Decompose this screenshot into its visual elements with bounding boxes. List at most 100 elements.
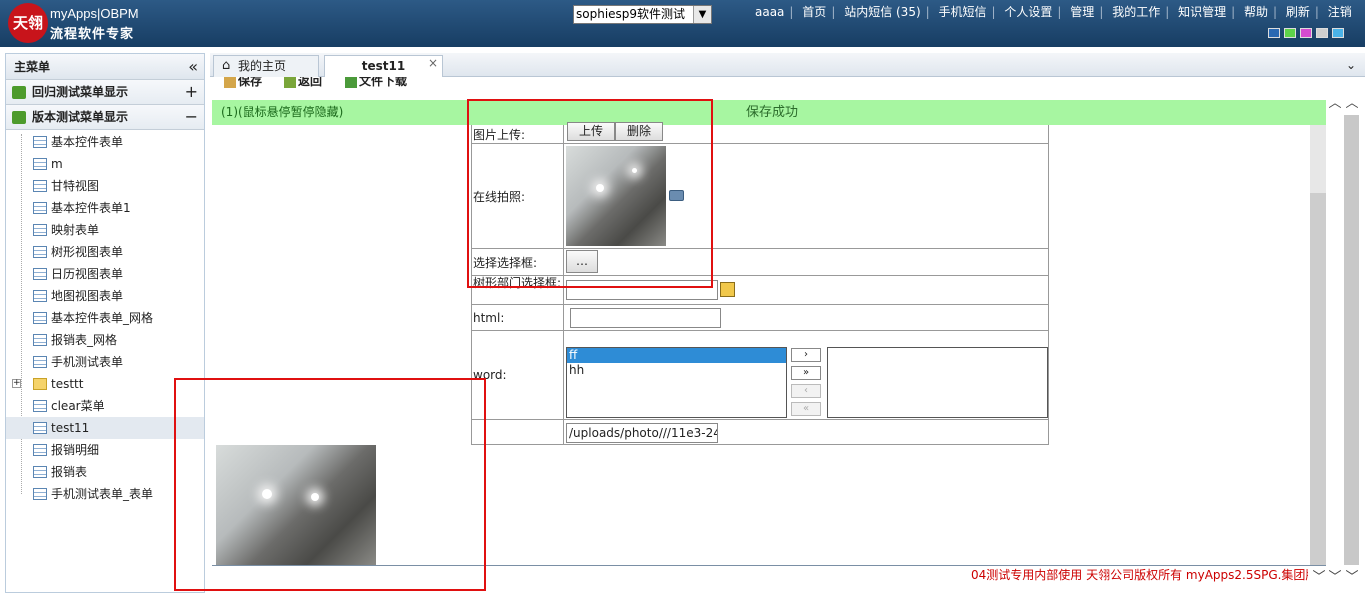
- nav-knowledge[interactable]: 知识管理: [1178, 5, 1226, 19]
- theme-swatch-pink[interactable]: [1300, 28, 1312, 38]
- row-path: /uploads/photo///11e3-24: [472, 420, 1049, 445]
- nav-logout[interactable]: 注销: [1328, 5, 1352, 19]
- form-icon: [33, 466, 47, 478]
- sidebar-item-label: m: [51, 157, 63, 171]
- list-option[interactable]: ff: [567, 348, 786, 363]
- nav-help[interactable]: 帮助: [1244, 5, 1268, 19]
- sidebar-item-label: clear菜单: [51, 399, 105, 413]
- inner-scrollbar-thumb[interactable]: [1310, 193, 1326, 565]
- nav-my-work[interactable]: 我的工作: [1112, 5, 1160, 19]
- sidebar-item[interactable]: 基本控件表单: [6, 131, 204, 153]
- sidebar-item-label: 树形视图表单: [51, 245, 124, 259]
- theme-swatch-gray[interactable]: [1316, 28, 1328, 38]
- list-option[interactable]: hh: [567, 363, 786, 378]
- annotation-box-bottom: [174, 378, 486, 591]
- message-hint: (1)(鼠标悬停暂停隐藏): [221, 105, 344, 119]
- html-label: html:: [472, 305, 564, 330]
- form-icon: [33, 136, 47, 148]
- top-nav: aaaa | 首页 | 站内短信 (35) | 手机短信 | 个人设置 | 管理 | 我的工…: [755, 5, 1352, 19]
- sidebar-header: 主菜单 «: [6, 54, 204, 80]
- back-button[interactable]: 返回: [284, 77, 322, 89]
- sidebar-group-version[interactable]: 版本测试菜单显示 −: [6, 105, 204, 130]
- form-icon: [33, 400, 47, 412]
- nav-home[interactable]: 首页: [802, 5, 826, 19]
- nav-admin[interactable]: 管理: [1070, 5, 1094, 19]
- outer-scrollbar[interactable]: [1344, 115, 1359, 565]
- chevron-down-icon[interactable]: ▼: [693, 6, 711, 23]
- word-target-list[interactable]: [827, 347, 1048, 418]
- download-button[interactable]: 文件下载: [345, 77, 407, 89]
- tab-bar: ⌂ 我的主页 test11 ×: [210, 53, 1365, 77]
- nav-messages[interactable]: 站内短信 (35): [844, 5, 920, 19]
- sidebar-item-label: 报销表: [51, 465, 88, 479]
- move-left-button[interactable]: ‹: [791, 384, 821, 398]
- theme-swatch-blue[interactable]: [1268, 28, 1280, 38]
- expand-node-icon[interactable]: +: [12, 379, 21, 388]
- scroll-down-icon[interactable]: ﹀: [1327, 566, 1343, 585]
- tab-home[interactable]: ⌂ 我的主页: [213, 55, 319, 77]
- sidebar-item[interactable]: 树形视图表单: [6, 241, 204, 263]
- sidebar-item[interactable]: 基本控件表单_网格: [6, 307, 204, 329]
- back-icon: [284, 77, 296, 88]
- sidebar-item-label: 手机测试表单: [51, 355, 124, 369]
- outer-scrollbar-thumb[interactable]: [1344, 115, 1359, 565]
- scroll-down-icon[interactable]: ﹀: [1344, 566, 1360, 585]
- sidebar-item[interactable]: 映射表单: [6, 219, 204, 241]
- form-toolbar: 保存 返回 文件下载: [214, 77, 1314, 91]
- word-source-list[interactable]: ff hh: [566, 347, 787, 418]
- sidebar-item-label: 手机测试表单_表单: [51, 487, 154, 501]
- sidebar-item-label: 地图视图表单: [51, 289, 124, 303]
- dept-picker-icon[interactable]: [720, 282, 735, 297]
- sidebar-item-label: testtt: [51, 377, 84, 391]
- sidebar-item[interactable]: 报销表_网格: [6, 329, 204, 351]
- expand-icon[interactable]: +: [185, 80, 198, 104]
- collapse-icon[interactable]: −: [185, 105, 198, 129]
- download-icon: [345, 77, 357, 88]
- nav-refresh[interactable]: 刷新: [1286, 5, 1310, 19]
- tab-label: 我的主页: [238, 59, 287, 73]
- move-right-button[interactable]: ›: [791, 348, 821, 362]
- sidebar-item[interactable]: 手机测试表单: [6, 351, 204, 373]
- save-icon: [224, 77, 236, 88]
- tab-label: test11: [361, 59, 406, 73]
- chevron-down-icon[interactable]: ⌄: [1341, 53, 1361, 77]
- collapse-sidebar-icon[interactable]: «: [188, 54, 198, 80]
- form-icon: [33, 268, 47, 280]
- photo-path-input[interactable]: /uploads/photo///11e3-24: [566, 423, 718, 443]
- save-button[interactable]: 保存: [224, 77, 262, 89]
- form-icon: [33, 202, 47, 214]
- app-select[interactable]: sophiesp9软件测试 ▼: [573, 5, 712, 24]
- sidebar-group-regression[interactable]: 回归测试菜单显示 +: [6, 80, 204, 105]
- sidebar-item[interactable]: 地图视图表单: [6, 285, 204, 307]
- brand-title: myApps|OBPM: [50, 6, 139, 21]
- nav-sms[interactable]: 手机短信: [939, 5, 987, 19]
- nav-user[interactable]: aaaa: [755, 5, 784, 19]
- scroll-up-icon[interactable]: ︿: [1344, 92, 1360, 111]
- form-icon: [33, 334, 47, 346]
- move-all-right-button[interactable]: »: [791, 366, 821, 380]
- close-tab-icon[interactable]: ×: [428, 53, 438, 73]
- inner-scrollbar[interactable]: [1310, 125, 1326, 565]
- sidebar-item[interactable]: 甘特视图: [6, 175, 204, 197]
- form-icon: [33, 158, 47, 170]
- form-icon: [33, 312, 47, 324]
- sidebar-item[interactable]: m: [6, 153, 204, 175]
- scroll-up-icon[interactable]: ︿: [1327, 92, 1343, 111]
- html-input[interactable]: [570, 308, 721, 328]
- theme-swatch-cyan[interactable]: [1332, 28, 1344, 38]
- scroll-down-icon[interactable]: ﹀: [1311, 566, 1327, 585]
- sidebar-item[interactable]: 日历视图表单: [6, 263, 204, 285]
- nav-settings[interactable]: 个人设置: [1004, 5, 1052, 19]
- tab-test11[interactable]: test11 ×: [324, 55, 443, 77]
- sidebar-item[interactable]: 基本控件表单1: [6, 197, 204, 219]
- sidebar-group-label: 版本测试菜单显示: [32, 110, 129, 124]
- row-html: html:: [472, 305, 1049, 331]
- sidebar-group-label: 回归测试菜单显示: [32, 85, 129, 99]
- theme-swatch-green[interactable]: [1284, 28, 1296, 38]
- sidebar-item-label: test11: [51, 421, 90, 435]
- move-all-left-button[interactable]: «: [791, 402, 821, 416]
- app-select-value: sophiesp9软件测试: [576, 7, 686, 21]
- sidebar-item-label: 甘特视图: [51, 179, 100, 193]
- home-icon: ⌂: [222, 58, 231, 73]
- form-icon: [33, 444, 47, 456]
